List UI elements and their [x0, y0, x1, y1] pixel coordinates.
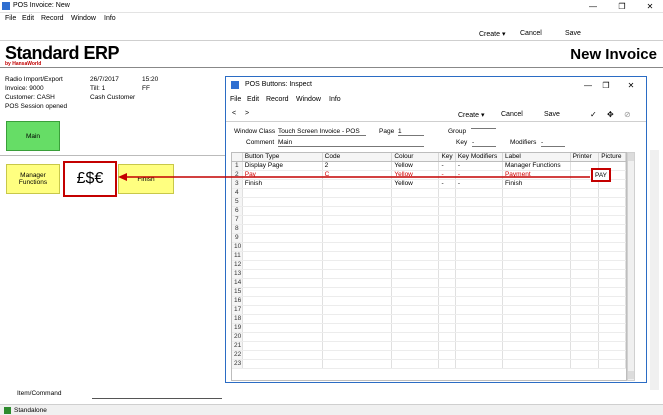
callout-arrow: [118, 173, 590, 181]
arrow-head: [118, 173, 127, 181]
